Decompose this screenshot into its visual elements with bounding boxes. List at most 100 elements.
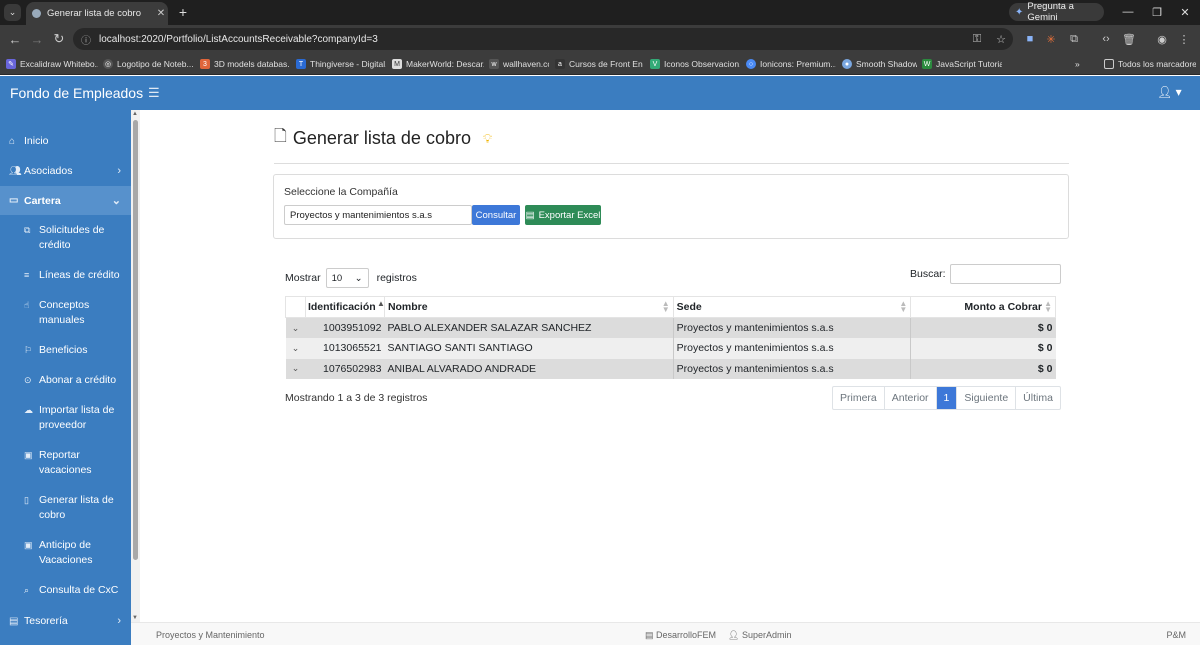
gemini-button[interactable]: ✦ Pregunta a Gemini bbox=[1009, 1, 1104, 23]
search-label: Buscar: bbox=[910, 268, 946, 280]
bookmark-favicon-icon: ◎ bbox=[103, 59, 113, 69]
bookmark-item[interactable]: ● Smooth Shadow bbox=[842, 57, 917, 71]
pager-first[interactable]: Primera bbox=[833, 387, 884, 409]
excel-file-icon: ▤ bbox=[525, 209, 535, 221]
expand-row-icon[interactable]: ⌄ bbox=[285, 358, 306, 379]
devtools-icon[interactable]: ‹› bbox=[1097, 30, 1115, 48]
sidebar-subitem-vacaciones[interactable]: ▣ Reportar vacaciones bbox=[0, 448, 131, 478]
cell-amount: $ 0 bbox=[910, 317, 1056, 338]
tab-close-icon[interactable]: ✕ bbox=[154, 8, 168, 19]
all-bookmarks[interactable]: Todos los marcadores bbox=[1104, 57, 1196, 71]
bookmark-favicon-icon: T bbox=[296, 59, 306, 69]
dollar-circle-icon: ⊙ bbox=[24, 375, 32, 385]
bookmark-item[interactable]: V Iconos Observacion... bbox=[650, 57, 740, 71]
sidebar-item-asociados[interactable]: 👥︎ Asociados › bbox=[0, 161, 131, 181]
url-text[interactable]: localhost:2020/Portfolio/ListAccountsRec… bbox=[99, 34, 965, 45]
sidebar-subitem-abonar[interactable]: ⊙ Abonar a crédito bbox=[0, 373, 131, 388]
company-label: Seleccione la Compañía bbox=[284, 186, 398, 198]
bookmark-item[interactable]: ○ Ionicons: Premium... bbox=[746, 57, 836, 71]
user-menu-icon[interactable]: 👤︎ ▾ bbox=[1157, 85, 1182, 99]
bookmark-item[interactable]: M MakerWorld: Descar... bbox=[392, 57, 484, 71]
column-header-sede[interactable]: Sede ▲ ▼ bbox=[672, 296, 912, 318]
bookmark-item[interactable]: w wallhaven.cc bbox=[489, 57, 549, 71]
scroll-down-icon[interactable]: ▼ bbox=[132, 615, 138, 621]
sidebar-item-inicio[interactable]: ⌂ Inicio bbox=[0, 131, 131, 151]
address-bar-row: ← → ↻ ⓘ localhost:2020/Portfolio/ListAcc… bbox=[0, 25, 1200, 53]
pager-next[interactable]: Siguiente bbox=[956, 387, 1015, 409]
sidebar-item-tesoreria[interactable]: ▤ Tesorería › bbox=[0, 611, 131, 631]
sidebar-subitem-consulta[interactable]: ⌕ Consulta de CxC bbox=[0, 583, 131, 598]
reload-icon[interactable]: ↻ bbox=[50, 30, 68, 48]
sidebar-subitem-importar[interactable]: ☁︎ Importar lista de proveedor bbox=[0, 403, 131, 433]
address-bar[interactable]: ⓘ localhost:2020/Portfolio/ListAccountsR… bbox=[73, 28, 1013, 50]
expand-row-icon[interactable]: ⌄ bbox=[285, 317, 306, 338]
sidebar-scrollbar[interactable]: ▲ ▼ bbox=[131, 110, 140, 622]
minimize-icon[interactable]: — bbox=[1113, 3, 1143, 21]
page-length-select[interactable]: 10 ⌄ bbox=[325, 268, 369, 288]
scroll-up-icon[interactable]: ▲ bbox=[132, 111, 138, 117]
sidebar-subitem-beneficios[interactable]: ⚐ Beneficios bbox=[0, 343, 131, 358]
cell-amount: $ 0 bbox=[910, 358, 1056, 379]
pager-last[interactable]: Última bbox=[1015, 387, 1060, 409]
maximize-icon[interactable]: ❐ bbox=[1142, 3, 1172, 21]
table-row[interactable]: ⌄ 1003951092 PABLO ALEXANDER SALAZAR SAN… bbox=[285, 317, 1056, 338]
sidebar-subitem-solicitudes[interactable]: ⧉ Solicitudes de crédito bbox=[0, 223, 131, 253]
extensions-puzzle-icon[interactable]: ⧉ bbox=[1065, 30, 1083, 48]
hamburger-menu-icon[interactable]: ☰ bbox=[148, 85, 160, 101]
bookmark-favicon-icon: V bbox=[650, 59, 660, 69]
new-tab-button[interactable]: + bbox=[175, 4, 191, 20]
pager-current-page[interactable]: 1 bbox=[935, 387, 957, 409]
export-excel-button[interactable]: ▤ Exportar Excel bbox=[525, 205, 601, 225]
bookmark-favicon-icon: ○ bbox=[746, 59, 756, 69]
expand-row-icon[interactable]: ⌄ bbox=[285, 338, 306, 359]
bookmark-item[interactable]: 3 3D models databas... bbox=[200, 57, 290, 71]
sidebar-subitem-lineas[interactable]: ≡ Líneas de crédito bbox=[0, 268, 131, 283]
column-header-identificacion[interactable]: Identificación ▲ bbox=[304, 296, 385, 318]
bookmark-favicon-icon: W bbox=[922, 59, 932, 69]
records-label: registros bbox=[376, 272, 417, 284]
sidebar-subitem-generar[interactable]: ▯ Generar lista de cobro bbox=[0, 493, 131, 523]
table-row[interactable]: ⌄ 1013065521 SANTIAGO SANTI SANTIAGO Pro… bbox=[285, 338, 1056, 359]
bookmark-item[interactable]: ◎ Logotipo de Noteb... bbox=[103, 57, 195, 71]
bookmark-item[interactable]: W JavaScript Tutorial bbox=[922, 57, 1002, 71]
bookmarks-overflow-icon[interactable]: » bbox=[1075, 57, 1089, 71]
profile-avatar-icon[interactable]: ◉ bbox=[1153, 30, 1171, 48]
bookmark-item[interactable]: ✎ Excalidraw Whitebo... bbox=[6, 57, 98, 71]
sidebar-subitem-conceptos[interactable]: ☝︎ Conceptos manuales bbox=[0, 298, 131, 328]
company-select[interactable]: Proyectos y mantenimientos s.a.s bbox=[284, 205, 472, 225]
home-icon: ⌂ bbox=[9, 135, 16, 147]
forward-icon[interactable]: → bbox=[28, 30, 46, 48]
site-info-icon[interactable]: ⓘ bbox=[81, 32, 93, 47]
extension-icon[interactable]: ■ bbox=[1021, 30, 1039, 48]
search-input[interactable] bbox=[949, 264, 1061, 284]
bookmarks-bar: ✎ Excalidraw Whitebo... ◎ Logotipo de Note… bbox=[0, 53, 1200, 75]
app-brand[interactable]: Fondo de Empleados bbox=[10, 85, 143, 101]
gemini-label: Pregunta a Gemini bbox=[1027, 1, 1074, 23]
password-key-icon[interactable]: ⚿ bbox=[965, 33, 989, 46]
gemini-icon: ✦ bbox=[1015, 6, 1024, 18]
column-header-nombre[interactable]: Nombre ▲ ▼ bbox=[383, 296, 674, 318]
trash-icon[interactable]: 🗑 bbox=[1120, 30, 1138, 48]
consult-button[interactable]: Consultar bbox=[472, 205, 520, 225]
back-icon[interactable]: ← bbox=[6, 30, 24, 48]
cell-id: 1076502983 bbox=[305, 358, 385, 379]
table-row[interactable]: ⌄ 1076502983 ANIBAL ALVARADO ANDRADE Pro… bbox=[285, 358, 1056, 379]
bookmark-item[interactable]: T Thingiverse - Digital... bbox=[296, 57, 386, 71]
bookmark-star-icon[interactable]: ☆ bbox=[989, 33, 1013, 46]
column-header-monto[interactable]: Monto a Cobrar ▲ ▼ bbox=[910, 296, 1056, 318]
cell-sede: Proyectos y mantenimientos s.a.s bbox=[672, 338, 911, 359]
sidebar-item-cartera[interactable]: ▭ Cartera ⌄ bbox=[0, 186, 131, 215]
scrollbar-thumb[interactable] bbox=[133, 120, 138, 560]
close-window-icon[interactable]: ✕ bbox=[1170, 3, 1200, 21]
lightbulb-icon[interactable]: 💡︎ bbox=[483, 131, 492, 147]
footer-db: ▤ DesarrolloFEM bbox=[645, 630, 717, 640]
browser-tab[interactable]: Generar lista de cobro ✕ bbox=[26, 2, 168, 25]
bookmark-item[interactable]: aCursos de Front End... bbox=[555, 57, 643, 71]
pager-previous[interactable]: Anterior bbox=[883, 387, 936, 409]
bookmark-favicon-icon: M bbox=[392, 59, 402, 69]
browser-menu-icon[interactable]: ⋮ bbox=[1175, 30, 1193, 48]
users-icon: 👥︎ bbox=[9, 165, 22, 177]
sidebar-subitem-anticipo[interactable]: ▣ Anticipo de Vacaciones bbox=[0, 538, 131, 568]
extension-burst-icon[interactable]: ✳ bbox=[1042, 30, 1060, 48]
tab-search-icon[interactable]: ⌄ bbox=[4, 4, 21, 21]
